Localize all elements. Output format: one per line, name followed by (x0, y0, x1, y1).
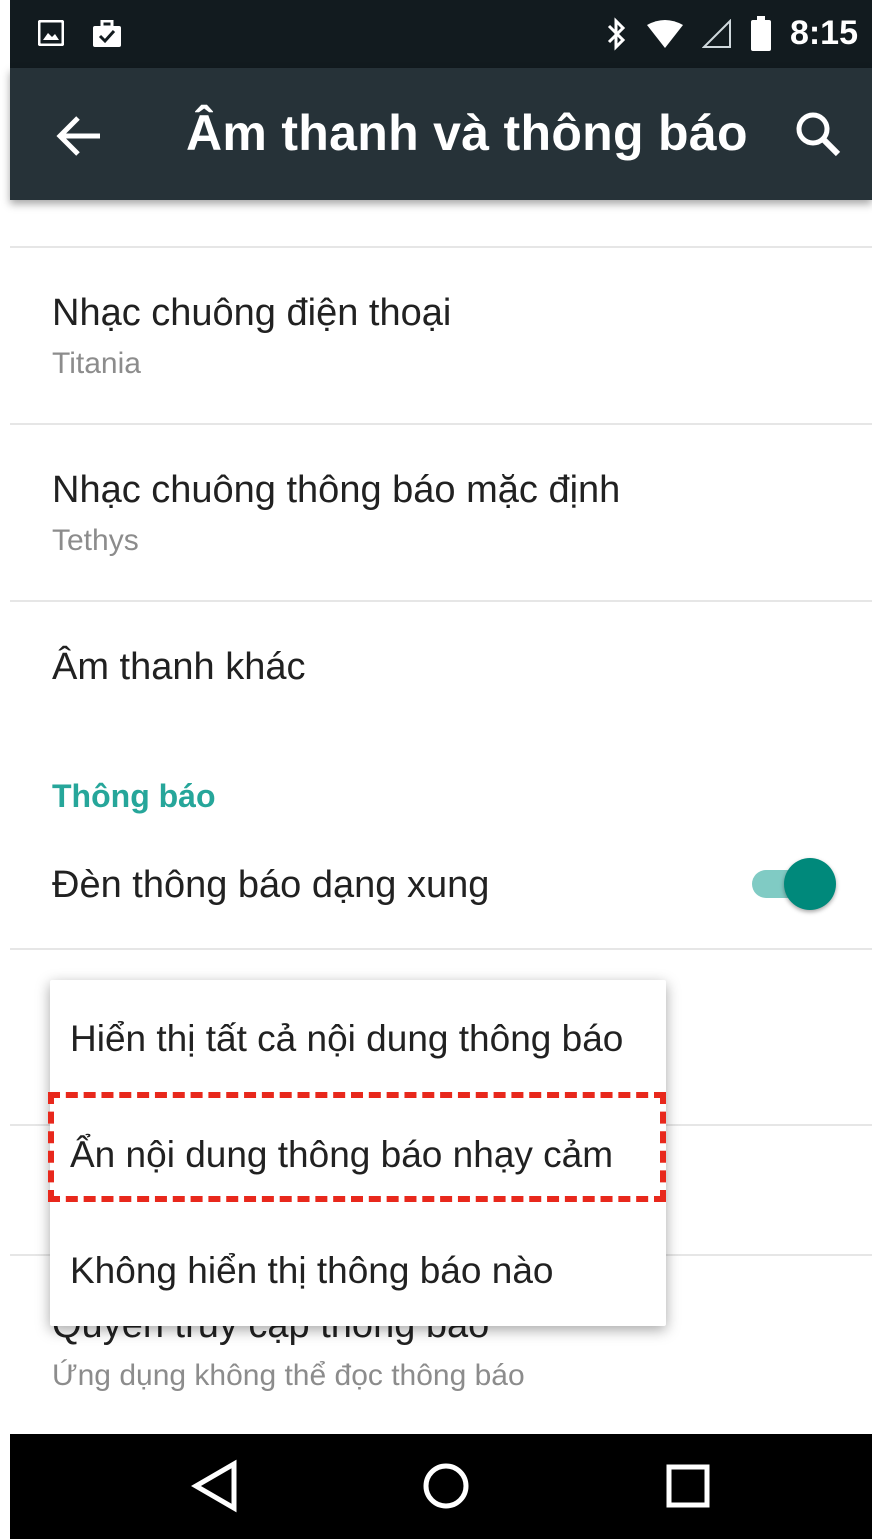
status-time: 8:15 (789, 14, 858, 52)
setting-other-sounds[interactable]: Âm thanh khác (52, 646, 832, 689)
pulse-light-toggle[interactable] (752, 856, 836, 912)
popup-option-show-all[interactable]: Hiển thị tất cả nội dung thông báo (70, 1018, 623, 1060)
divider (10, 600, 872, 602)
popup-option-show-none[interactable]: Không hiển thị thông báo nào (70, 1250, 553, 1292)
app-bar: Âm thanh và thông báo (10, 68, 872, 200)
highlight-box (48, 1092, 666, 1202)
setting-phone-ringtone[interactable]: Nhạc chuông điện thoại Titania (52, 292, 832, 381)
divider (10, 423, 872, 425)
back-triangle-icon[interactable] (188, 1458, 244, 1514)
signal-icon (701, 18, 731, 48)
setting-title: Âm thanh khác (52, 646, 306, 688)
setting-title: Nhạc chuông điện thoại (52, 292, 452, 334)
setting-notification-ringtone[interactable]: Nhạc chuông thông báo mặc định Tethys (52, 469, 832, 558)
status-bar: 8:15 (10, 0, 872, 68)
divider (10, 246, 872, 248)
briefcase-check-icon (93, 20, 121, 47)
wifi-icon (646, 19, 683, 48)
battery-icon (750, 15, 771, 51)
search-icon[interactable] (792, 108, 844, 160)
setting-value: Titania (52, 347, 141, 380)
image-icon (38, 20, 64, 46)
bluetooth-icon (607, 16, 626, 51)
setting-title: Đèn thông báo dạng xung (52, 864, 490, 906)
recents-square-icon[interactable] (660, 1458, 716, 1514)
navigation-bar (10, 1434, 872, 1539)
divider (10, 948, 872, 950)
setting-pulse-light[interactable]: Đèn thông báo dạng xung (52, 864, 732, 907)
setting-title: Nhạc chuông thông báo mặc định (52, 469, 621, 511)
section-header-notifications: Thông báo (52, 778, 216, 814)
toggle-thumb (784, 858, 836, 910)
home-circle-icon[interactable] (418, 1458, 474, 1514)
setting-value: Ứng dụng không thể đọc thông báo (52, 1359, 525, 1392)
back-arrow-icon[interactable] (54, 110, 106, 162)
page-title: Âm thanh và thông báo (186, 105, 748, 161)
setting-value: Tethys (52, 524, 139, 557)
